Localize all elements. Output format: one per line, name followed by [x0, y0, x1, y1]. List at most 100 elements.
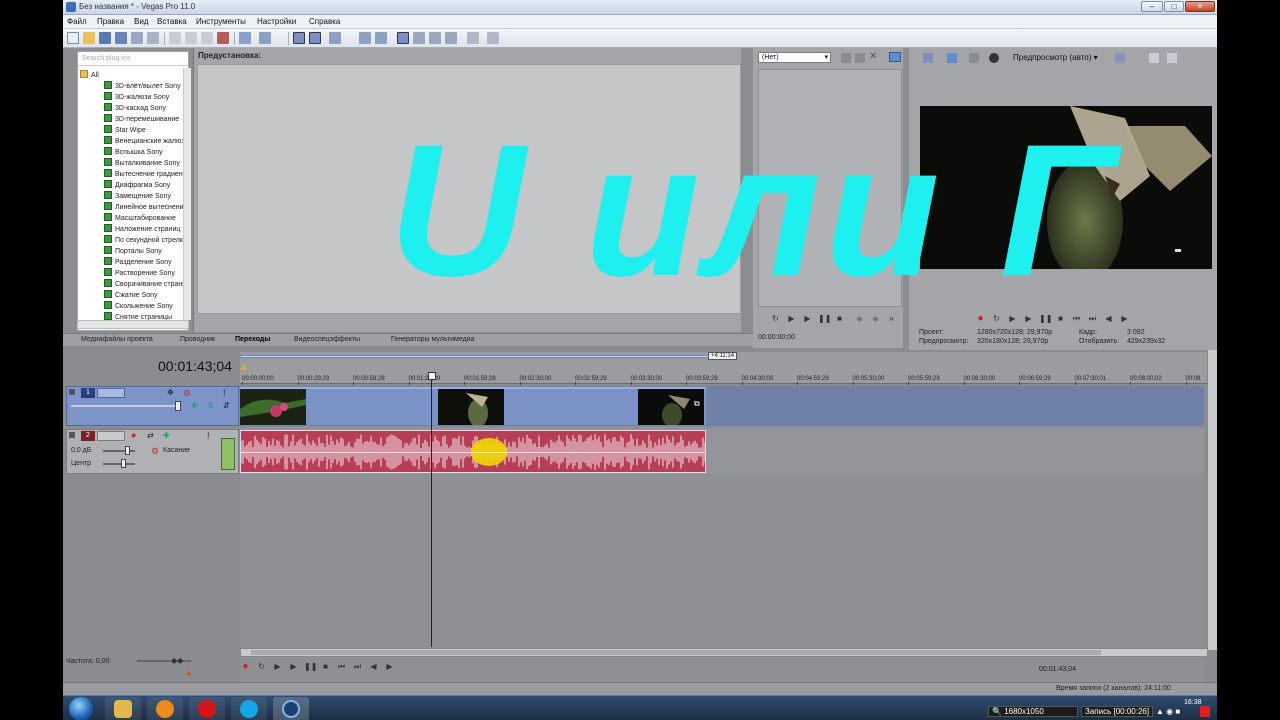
plugin-item[interactable]: Вытеснение градиентом: [104, 169, 188, 180]
automation-icon[interactable]: ⚙: [151, 446, 159, 457]
plugin-search-input[interactable]: Search plug-ins: [78, 52, 188, 66]
marker-flag-icon[interactable]: ◢: [240, 362, 246, 371]
plugin-item[interactable]: Скольжение Sony: [104, 301, 188, 312]
plugin-item[interactable]: 3D-влёт/вылет Sony: [104, 81, 188, 92]
menu-edit[interactable]: Правка: [97, 17, 124, 26]
go-to-start-icon[interactable]: ⏮: [336, 661, 347, 672]
tab-explorer[interactable]: Проводник: [180, 336, 215, 343]
solo-icon[interactable]: !: [207, 431, 210, 441]
taskbar-opera[interactable]: [189, 697, 225, 720]
plugin-item[interactable]: Разделение Sony: [104, 257, 188, 268]
clip-fx-icon[interactable]: ⧉: [694, 399, 700, 409]
plugin-item[interactable]: Star Wipe: [104, 125, 188, 136]
pan-slider-thumb[interactable]: [121, 459, 126, 468]
plugin-chain-icon[interactable]: [841, 53, 851, 63]
preview-quality-dropdown[interactable]: Предпросмотр (авто) ▾: [1013, 53, 1098, 62]
child-icon[interactable]: ⇵: [223, 401, 230, 410]
playhead-cursor[interactable]: [431, 375, 432, 647]
plugin-item[interactable]: Порталы Sony: [104, 246, 188, 257]
plugin-item[interactable]: Линейное вытеснение: [104, 202, 188, 213]
plugin-item[interactable]: Диафрагма Sony: [104, 180, 188, 191]
video-track-header[interactable]: 1 ✥ ⚙ ! ✚ ⇅ ⇵: [66, 386, 239, 426]
tab-transitions[interactable]: Переходы: [235, 336, 270, 343]
redo-icon[interactable]: [259, 32, 271, 44]
region-icon[interactable]: [445, 32, 457, 44]
tree-scrollbar[interactable]: [183, 68, 191, 320]
tab-project-media[interactable]: Медиафайлы проекта: [81, 336, 153, 343]
stop-recording-icon[interactable]: [1200, 706, 1210, 717]
loop-region-bar[interactable]: [240, 355, 710, 358]
close-button[interactable]: ✕: [1185, 1, 1215, 12]
audio-track-header[interactable]: 2 ● ⇄ ✚ ! 0,0 дБ ⚙ Касание Центр: [66, 429, 239, 474]
menu-view[interactable]: Вид: [134, 17, 148, 26]
automation-mode[interactable]: Касание: [163, 447, 190, 454]
time-ruler[interactable]: +4:11;14 ◢ 00:00:00;00 00:00:29;29 00:00:5…: [240, 352, 1208, 385]
undo-icon[interactable]: [239, 32, 251, 44]
loop-icon[interactable]: ↻: [256, 661, 267, 672]
volume-slider-thumb[interactable]: [125, 446, 130, 455]
motion-icon[interactable]: ✥: [167, 388, 174, 397]
rate-slider-thumb[interactable]: ◆◆: [171, 656, 189, 665]
playhead-handle[interactable]: [428, 372, 436, 380]
plugin-item[interactable]: 3D-жалюзи Sony: [104, 92, 188, 103]
level-slider-thumb[interactable]: [175, 401, 181, 411]
plugin-item[interactable]: Масштабирование: [104, 213, 188, 224]
level-slider-track[interactable]: [71, 405, 181, 407]
edit-tool-icon[interactable]: [293, 32, 305, 44]
play-icon[interactable]: ▶: [288, 661, 299, 672]
collapse-icon[interactable]: [69, 389, 75, 395]
plugin-item[interactable]: Растворение Sony: [104, 268, 188, 279]
lock-envelopes-icon[interactable]: [397, 32, 409, 44]
audio-track-lane[interactable]: [240, 429, 1204, 474]
open-folder-icon[interactable]: [83, 32, 95, 44]
copy-snapshot-icon[interactable]: [1149, 53, 1159, 63]
plugin-item[interactable]: Сворачивание страниц: [104, 279, 188, 290]
start-button[interactable]: [69, 697, 93, 720]
menu-file[interactable]: Файл: [67, 17, 87, 26]
properties-icon[interactable]: [147, 32, 159, 44]
arm-record-icon[interactable]: ●: [131, 430, 136, 440]
auto-ripple-icon[interactable]: [375, 32, 387, 44]
scroll-thumb[interactable]: [251, 650, 1101, 655]
transition-preset-dropdown[interactable]: (Нет) ▾: [758, 52, 831, 63]
plugin-item[interactable]: Замещение Sony: [104, 191, 188, 202]
new-project-icon[interactable]: [67, 32, 79, 44]
volume-slider-track[interactable]: [103, 450, 135, 452]
whats-this-icon[interactable]: [487, 32, 499, 44]
minimize-button[interactable]: –: [1141, 1, 1163, 12]
audio-clip[interactable]: [240, 430, 706, 473]
plugin-item[interactable]: По секундной стрелке: [104, 235, 188, 246]
next-frame-icon[interactable]: ▶: [1119, 313, 1130, 324]
video-clip[interactable]: ⧉: [240, 387, 706, 425]
render-icon[interactable]: [131, 32, 143, 44]
track-name-field[interactable]: [97, 431, 125, 441]
video-fx-icon[interactable]: [969, 53, 979, 63]
menu-help[interactable]: Справка: [309, 17, 340, 26]
invert-phase-icon[interactable]: ⇄: [147, 431, 154, 440]
ignore-grouping-icon[interactable]: [413, 32, 425, 44]
overlays-icon[interactable]: [1115, 53, 1125, 63]
record-icon[interactable]: ●: [240, 661, 251, 672]
plugin-properties-icon[interactable]: [855, 53, 865, 63]
plugin-item[interactable]: Вспышка Sony: [104, 147, 188, 158]
plugin-item[interactable]: Наложение страниц: [104, 224, 188, 235]
remove-icon[interactable]: ✕: [869, 51, 877, 62]
preview-window-icon[interactable]: [889, 52, 901, 62]
timeline-horizontal-scrollbar[interactable]: [240, 648, 1208, 657]
snapping-icon[interactable]: [329, 32, 341, 44]
tray-icons[interactable]: ▲ ◉ ■: [1156, 707, 1180, 716]
paste-icon[interactable]: [201, 32, 213, 44]
maximize-button[interactable]: □: [1164, 1, 1184, 12]
solo-icon[interactable]: !: [223, 388, 226, 398]
menu-insert[interactable]: Вставка: [157, 17, 187, 26]
track-fx-icon[interactable]: ⚙: [183, 388, 191, 399]
stop-icon[interactable]: ■: [320, 661, 331, 672]
video-track-lane[interactable]: ⧉: [240, 386, 1204, 426]
plugin-item[interactable]: 3D-перемешивание: [104, 114, 188, 125]
track-fx-icon[interactable]: ✚: [163, 431, 170, 440]
taskbar-vegas[interactable]: [273, 697, 309, 720]
tree-horizontal-scrollbar[interactable]: [77, 320, 189, 329]
auto-crossfade-icon[interactable]: [359, 32, 371, 44]
envelope-tool-icon[interactable]: [309, 32, 321, 44]
previous-frame-icon[interactable]: ◀: [368, 661, 379, 672]
